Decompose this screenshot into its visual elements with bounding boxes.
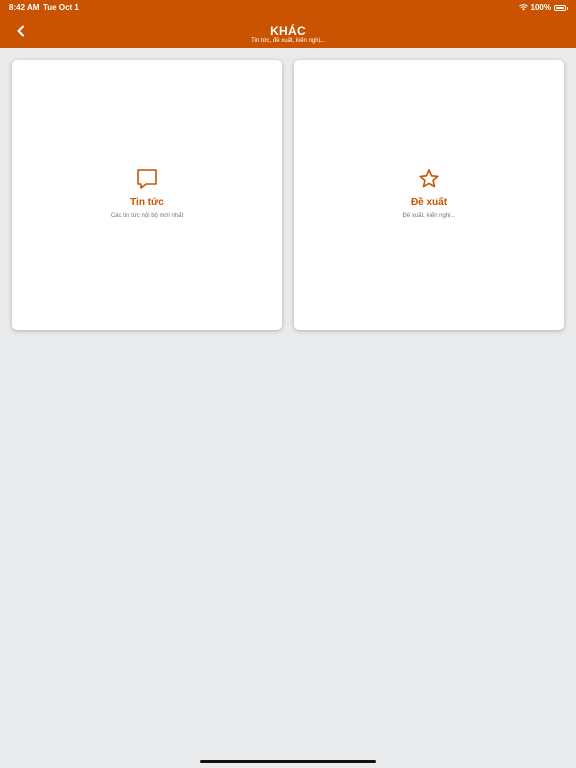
page-subtitle: Tin tức, đề xuất, kiến nghị... bbox=[251, 38, 325, 44]
news-card[interactable]: Tin tức Các tin tức nội bộ mới nhất bbox=[12, 60, 282, 330]
status-indicators: 100% bbox=[518, 3, 568, 12]
status-date: Tue Oct 1 bbox=[43, 3, 79, 12]
news-card-description: Các tin tức nội bộ mới nhất bbox=[110, 213, 184, 219]
chat-bubble-icon bbox=[137, 169, 157, 189]
page-title: KHÁC bbox=[270, 24, 306, 38]
proposal-card[interactable]: Đề xuất Đề xuất, kiến nghị... bbox=[294, 60, 564, 330]
home-indicator[interactable] bbox=[200, 760, 376, 763]
battery-percent: 100% bbox=[530, 3, 551, 12]
wifi-icon bbox=[518, 4, 528, 11]
proposal-card-title: Đề xuất bbox=[410, 197, 448, 208]
star-icon bbox=[419, 169, 439, 188]
status-time: 8:42 AM bbox=[9, 3, 40, 12]
proposal-card-description: Đề xuất, kiến nghị... bbox=[402, 213, 456, 219]
news-card-title: Tin tức bbox=[130, 197, 164, 208]
app-header: 8:42 AM Tue Oct 1 100% KHÁC Tin tức, đề … bbox=[0, 0, 576, 48]
battery-icon bbox=[554, 4, 568, 11]
